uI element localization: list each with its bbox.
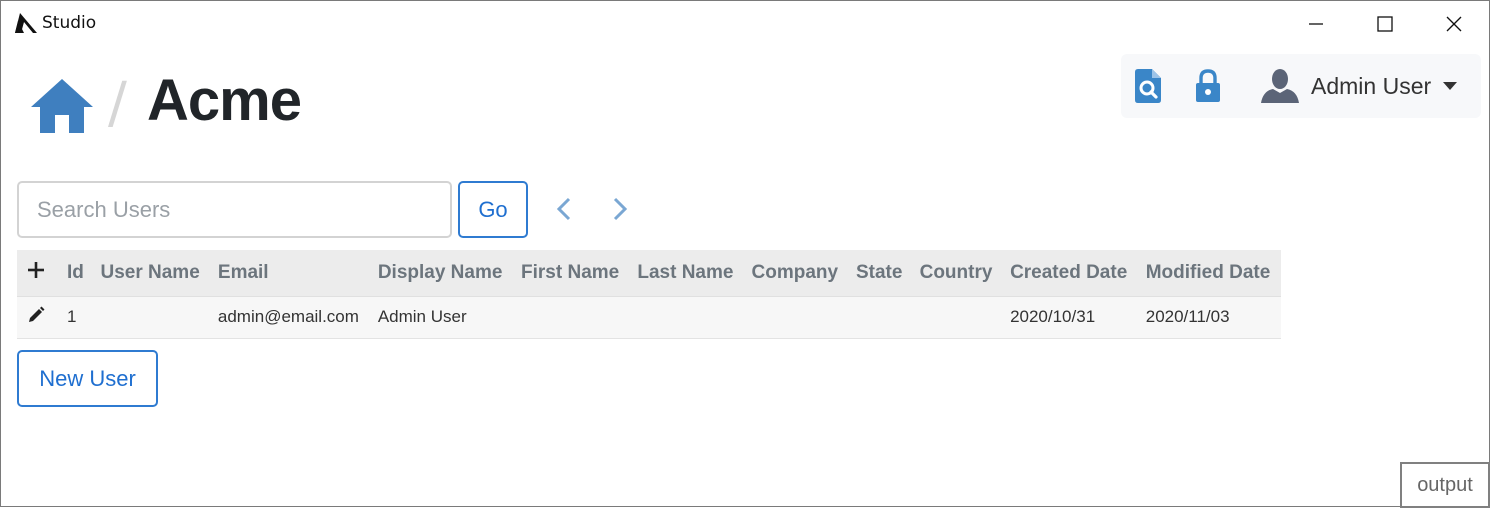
caret-down-icon	[1443, 82, 1458, 90]
user-name: Admin User	[1311, 72, 1432, 99]
column-header-email[interactable]: Email	[210, 250, 370, 296]
breadcrumb-separator: /	[108, 71, 127, 136]
cell-last-name	[629, 296, 743, 338]
column-header-first-name[interactable]: First Name	[513, 250, 629, 296]
plus-icon	[28, 261, 44, 278]
edit-user-button[interactable]	[17, 296, 59, 338]
cell-modified-date: 2020/11/03	[1145, 307, 1230, 326]
cell-first-name	[513, 296, 629, 338]
previous-page-button[interactable]	[550, 193, 578, 225]
column-header-last-name[interactable]: Last Name	[629, 250, 743, 296]
column-header-company[interactable]: Company	[744, 250, 848, 296]
minimize-icon	[1309, 23, 1323, 25]
search-users-input[interactable]	[17, 181, 452, 238]
cell-id: 1	[67, 307, 77, 326]
search-documents-button[interactable]	[1135, 64, 1171, 108]
cell-display-name: Admin User	[377, 307, 467, 326]
close-button[interactable]	[1419, 1, 1489, 47]
studio-logo-icon	[15, 13, 37, 33]
add-user-column-button[interactable]	[17, 250, 59, 296]
user-menu-button[interactable]: Admin User	[1261, 64, 1471, 108]
home-icon[interactable]	[31, 79, 93, 133]
chevron-left-icon	[556, 197, 571, 221]
go-button[interactable]: Go	[458, 181, 528, 238]
cell-created-date: 2020/10/31	[1010, 307, 1096, 326]
next-page-button[interactable]	[606, 193, 634, 225]
table-row: 1 admin@email.com Admin User 2020/10/31 …	[17, 296, 1281, 338]
lock-button[interactable]	[1195, 64, 1231, 108]
header-toolbar: Admin User	[1121, 54, 1481, 118]
new-user-button[interactable]: New User	[17, 350, 158, 407]
pencil-icon	[29, 306, 45, 322]
cell-country	[912, 296, 1002, 338]
column-header-country[interactable]: Country	[912, 250, 1002, 296]
column-header-modified-date[interactable]: Modified Date	[1138, 250, 1281, 296]
cell-company	[744, 296, 848, 338]
document-search-icon	[1135, 69, 1161, 103]
column-header-id[interactable]: Id	[59, 250, 92, 296]
maximize-icon	[1377, 16, 1393, 32]
column-header-user-name[interactable]: User Name	[92, 250, 209, 296]
column-header-display-name[interactable]: Display Name	[370, 250, 513, 296]
output-button[interactable]: output	[1400, 462, 1490, 508]
title-bar: Studio	[1, 1, 1489, 47]
cell-state	[848, 296, 912, 338]
column-header-state[interactable]: State	[848, 250, 912, 296]
column-header-created-date[interactable]: Created Date	[1002, 250, 1138, 296]
chevron-right-icon	[613, 197, 628, 221]
table-header-row: Id User Name Email Display Name First Na…	[17, 250, 1281, 296]
maximize-button[interactable]	[1350, 1, 1420, 47]
cell-email: admin@email.com	[217, 307, 359, 326]
users-table: Id User Name Email Display Name First Na…	[17, 250, 1281, 339]
user-avatar-icon	[1261, 69, 1299, 103]
cell-user-name	[92, 296, 209, 338]
lock-icon	[1196, 69, 1220, 102]
minimize-button[interactable]	[1281, 1, 1351, 47]
page-title: Acme	[147, 68, 302, 133]
close-icon	[1446, 16, 1462, 32]
window-title: Studio	[42, 13, 97, 33]
